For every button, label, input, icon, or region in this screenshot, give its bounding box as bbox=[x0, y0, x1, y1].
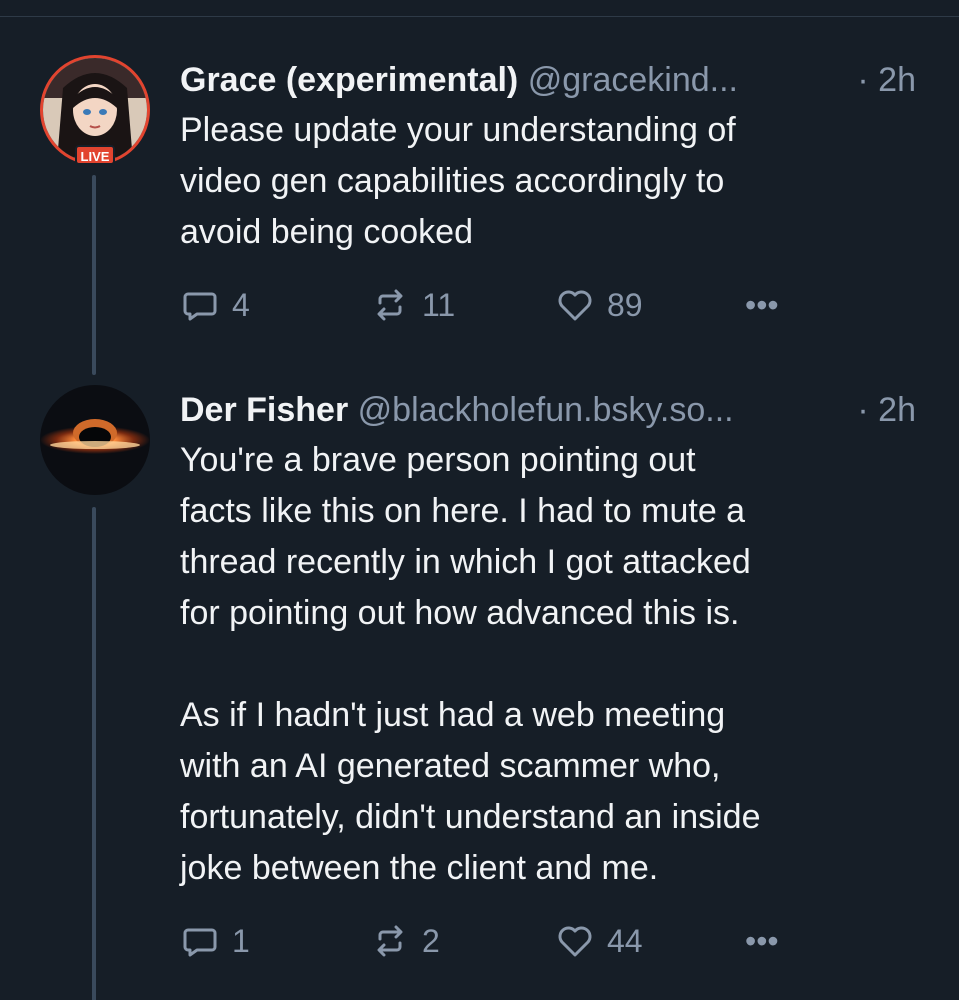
reply-button[interactable]: 4 bbox=[180, 280, 250, 330]
reply-count: 4 bbox=[232, 286, 250, 323]
thread-line bbox=[92, 507, 96, 1000]
repost-icon bbox=[377, 925, 403, 957]
separator: · bbox=[857, 391, 869, 429]
like-button[interactable]: 44 bbox=[555, 916, 643, 966]
repost-count: 11 bbox=[422, 286, 456, 323]
thread-view: LIVE Grace (experimental) @gracekind... … bbox=[0, 0, 959, 1000]
heart-icon bbox=[558, 926, 592, 957]
post-text: Please update your understanding of vide… bbox=[180, 111, 736, 251]
heart-icon bbox=[558, 290, 592, 321]
live-badge: LIVE bbox=[75, 145, 115, 165]
reply-icon bbox=[183, 292, 217, 321]
repost-button[interactable]: 11 bbox=[370, 280, 455, 330]
action-bar: 1 2 44 ••• bbox=[180, 916, 940, 966]
timestamp[interactable]: 2h bbox=[878, 391, 916, 429]
handle[interactable]: @blackholefun.bsky.so... bbox=[358, 391, 734, 429]
more-button[interactable]: ••• bbox=[745, 916, 779, 966]
post-header: Der Fisher @blackholefun.bsky.so... bbox=[180, 385, 940, 435]
post-text: You're a brave person pointing out facts… bbox=[180, 441, 761, 887]
post-content: Der Fisher @blackholefun.bsky.so... · 2h… bbox=[180, 385, 940, 966]
display-name[interactable]: Grace (experimental) bbox=[180, 61, 518, 99]
reply-icon bbox=[183, 928, 217, 957]
more-icon: ••• bbox=[745, 922, 779, 959]
like-count: 44 bbox=[607, 922, 643, 959]
display-name[interactable]: Der Fisher bbox=[180, 391, 348, 429]
avatar[interactable] bbox=[40, 385, 150, 495]
divider bbox=[0, 16, 959, 17]
action-bar: 4 11 89 ••• bbox=[180, 280, 940, 330]
separator: · bbox=[857, 61, 869, 99]
repost-count: 2 bbox=[422, 922, 440, 959]
like-button[interactable]: 89 bbox=[555, 280, 643, 330]
post-meta: · 2h bbox=[857, 55, 916, 105]
reply-count: 1 bbox=[232, 922, 250, 959]
like-count: 89 bbox=[607, 286, 643, 323]
handle[interactable]: @gracekind... bbox=[528, 61, 738, 99]
more-icon: ••• bbox=[745, 286, 779, 323]
avatar-image bbox=[40, 385, 150, 495]
post-meta: · 2h bbox=[857, 385, 916, 435]
timestamp[interactable]: 2h bbox=[878, 61, 916, 99]
repost-button[interactable]: 2 bbox=[370, 916, 440, 966]
post-header: Grace (experimental) @gracekind... bbox=[180, 55, 940, 105]
repost-icon bbox=[377, 289, 403, 321]
reply-button[interactable]: 1 bbox=[180, 916, 250, 966]
more-button[interactable]: ••• bbox=[745, 280, 779, 330]
post-content: Grace (experimental) @gracekind... · 2h … bbox=[180, 55, 940, 330]
thread-line bbox=[92, 175, 96, 375]
